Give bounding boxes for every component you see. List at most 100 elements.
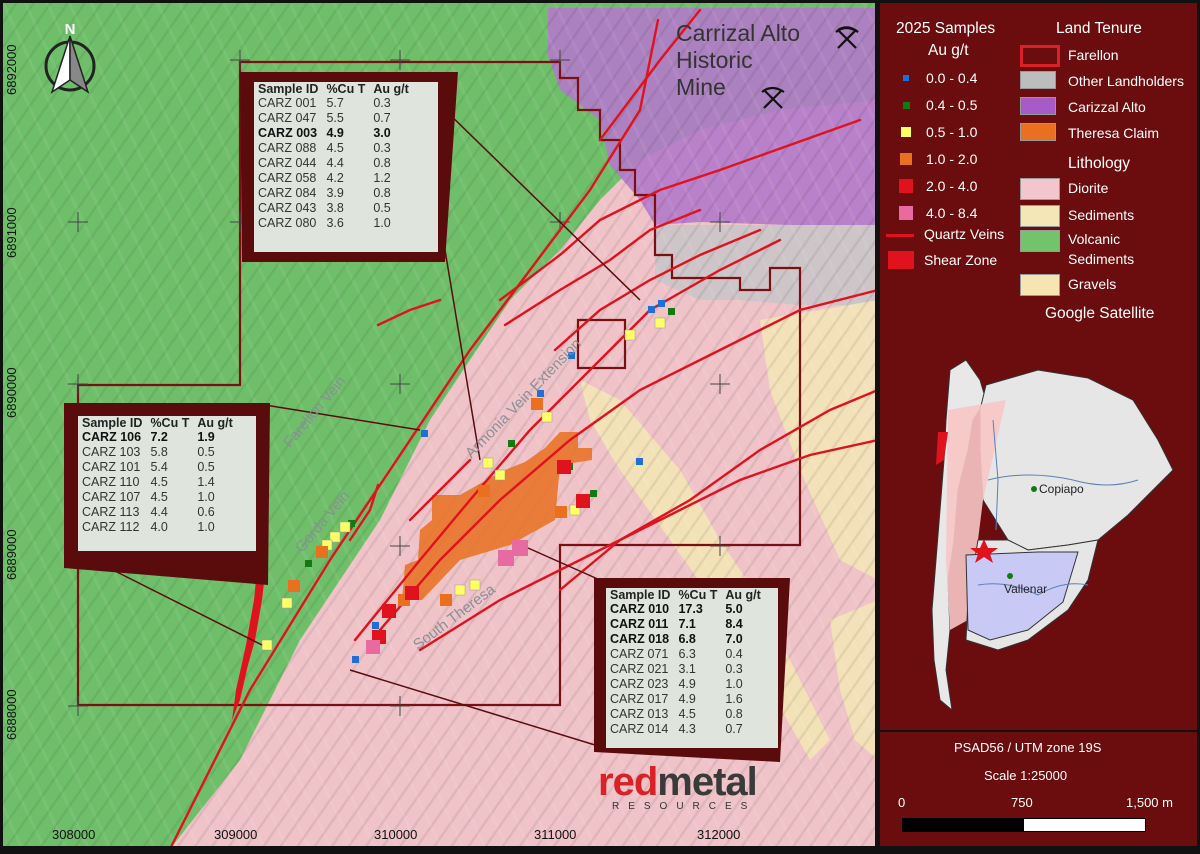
y-tick: 6889000 bbox=[4, 529, 19, 580]
sample-class-label: 2.0 - 4.0 bbox=[926, 178, 978, 194]
sample-point bbox=[288, 580, 300, 592]
cu-cell: 5.5 bbox=[326, 111, 344, 125]
lithology-gravels-label: Gravels bbox=[1068, 276, 1117, 292]
scale-ratio-label: Scale 1:25000 bbox=[984, 768, 1068, 783]
table-row: CARZ 003 4.9 3.0 bbox=[254, 126, 413, 141]
sample-id-cell: CARZ 017 bbox=[610, 692, 669, 706]
inset-city-vallenar: Vallenar bbox=[1004, 582, 1048, 596]
table-row: CARZ 112 4.0 1.0 bbox=[78, 520, 237, 535]
au-cell: 0.5 bbox=[197, 445, 215, 459]
lithology-title: Lithology bbox=[1068, 155, 1131, 172]
gravels-swatch bbox=[1020, 274, 1060, 296]
cu-cell: 3.8 bbox=[326, 201, 344, 215]
cu-cell: 4.9 bbox=[678, 692, 696, 706]
sample-class-swatch bbox=[899, 206, 913, 220]
land-tenure-label: Other Landholders bbox=[1068, 73, 1184, 89]
cu-cell: 5.4 bbox=[150, 460, 168, 474]
cu-cell: 4.5 bbox=[150, 490, 168, 504]
cu-cell: 7.2 bbox=[150, 430, 168, 444]
sample-class-swatch bbox=[903, 75, 909, 81]
sample-id-cell: CARZ 106 bbox=[82, 430, 142, 444]
sample-class-label: 0.4 - 0.5 bbox=[926, 97, 978, 113]
table-row: CARZ 058 4.2 1.2 bbox=[254, 171, 413, 186]
sample-point bbox=[576, 494, 590, 508]
x-tick: 310000 bbox=[374, 827, 418, 842]
map-view[interactable]: N Carrizal Alto Historic Mine Farellon V… bbox=[0, 0, 880, 851]
cu-cell: 4.5 bbox=[326, 141, 344, 155]
table-row: CARZ 071 6.3 0.4 bbox=[606, 647, 765, 662]
company-logo: redmetal RESOURCES bbox=[598, 760, 758, 812]
sample-point bbox=[366, 640, 380, 654]
sample-id-cell: CARZ 010 bbox=[610, 602, 670, 616]
google-satellite-label: Google Satellite bbox=[1045, 305, 1155, 322]
table-row: CARZ 014 4.3 0.7 bbox=[606, 722, 765, 737]
sample-id-cell: CARZ 080 bbox=[258, 216, 317, 230]
au-cell: 0.6 bbox=[197, 505, 215, 519]
sample-point bbox=[498, 550, 514, 566]
land-tenure-swatch bbox=[1020, 123, 1056, 141]
au-cell: 0.3 bbox=[373, 141, 391, 155]
table-row: CARZ 010 17.3 5.0 bbox=[606, 602, 765, 617]
land-tenure-label: Farellon bbox=[1068, 47, 1119, 63]
table-row: CARZ 088 4.5 0.3 bbox=[254, 141, 413, 156]
cu-cell: 3.1 bbox=[678, 662, 696, 676]
sample-id-cell: CARZ 018 bbox=[610, 632, 670, 646]
sample-id-cell: CARZ 071 bbox=[610, 647, 669, 661]
sample-point bbox=[261, 639, 273, 651]
cu-cell: 3.6 bbox=[326, 216, 344, 230]
sediments-swatch bbox=[1020, 205, 1060, 227]
sample-point bbox=[281, 597, 293, 609]
table-row: CARZ 017 4.9 1.6 bbox=[606, 692, 765, 707]
scale-tick: 750 bbox=[1011, 795, 1033, 810]
sample-point bbox=[382, 604, 396, 618]
x-tick: 312000 bbox=[697, 827, 741, 842]
table-row: CARZ 107 4.5 1.0 bbox=[78, 490, 237, 505]
land-tenure-label: Carizzal Alto bbox=[1068, 99, 1146, 115]
au-cell: 0.8 bbox=[373, 156, 391, 170]
sample-class-label: 0.5 - 1.0 bbox=[926, 124, 978, 140]
table-row: CARZ 084 3.9 0.8 bbox=[254, 186, 413, 201]
sample-class-label: 1.0 - 2.0 bbox=[926, 151, 978, 167]
sample-id-cell: CARZ 088 bbox=[258, 141, 317, 155]
sample-table-north: Sample ID %Cu T Au g/t CARZ 001 5.7 0.3 CARZ … bbox=[254, 82, 438, 252]
au-cell: 0.8 bbox=[373, 186, 391, 200]
scale-tick: 0 bbox=[898, 795, 906, 810]
legend-panel: 2025 Samples Au g/t 0.0 - 0.4 0.4 - 0.5 0.… bbox=[878, 0, 1200, 849]
au-cell: 1.0 bbox=[197, 520, 215, 534]
crs-label: PSAD56 / UTM zone 19S bbox=[954, 740, 1102, 755]
sample-id-cell: CARZ 084 bbox=[258, 186, 317, 200]
au-cell: 7.0 bbox=[725, 632, 743, 646]
sample-point bbox=[658, 300, 665, 307]
sample-class-label: 0.0 - 0.4 bbox=[926, 70, 978, 86]
sample-point bbox=[508, 440, 515, 447]
cu-cell: 4.4 bbox=[150, 505, 168, 519]
au-cell: 0.8 bbox=[725, 707, 743, 721]
cu-cell: 3.9 bbox=[326, 186, 344, 200]
sample-point bbox=[648, 306, 655, 313]
sample-id-cell: CARZ 001 bbox=[258, 96, 317, 110]
au-cell: 0.3 bbox=[725, 662, 743, 676]
quartz-veins-label: Quartz Veins bbox=[924, 226, 1005, 242]
sample-point bbox=[512, 540, 528, 556]
land-tenure-swatch bbox=[1020, 97, 1056, 115]
au-cell: 1.0 bbox=[197, 490, 215, 504]
x-tick: 308000 bbox=[52, 827, 96, 842]
samples-title: 2025 Samples bbox=[896, 20, 996, 37]
sample-id-cell: CARZ 107 bbox=[82, 490, 141, 504]
volcanic-sediments-swatch bbox=[1020, 230, 1060, 252]
au-cell: 0.4 bbox=[725, 647, 743, 661]
y-tick: 6891000 bbox=[4, 207, 19, 258]
cu-cell: 6.8 bbox=[678, 632, 696, 646]
au-cell: 0.5 bbox=[197, 460, 215, 474]
sample-class-label: 4.0 - 8.4 bbox=[926, 205, 978, 221]
sample-point bbox=[421, 430, 428, 437]
au-cell: 0.3 bbox=[373, 96, 391, 110]
lithology-diorite-label: Diorite bbox=[1068, 180, 1109, 196]
sample-id-cell: CARZ 011 bbox=[610, 617, 669, 631]
cu-cell: 4.2 bbox=[326, 171, 344, 185]
table-row: CARZ 018 6.8 7.0 bbox=[606, 632, 765, 647]
sample-point bbox=[352, 656, 359, 663]
sample-class-swatch bbox=[902, 101, 910, 109]
sample-point bbox=[339, 521, 351, 533]
lithology-volcanic-label: Volcanic bbox=[1068, 231, 1121, 247]
